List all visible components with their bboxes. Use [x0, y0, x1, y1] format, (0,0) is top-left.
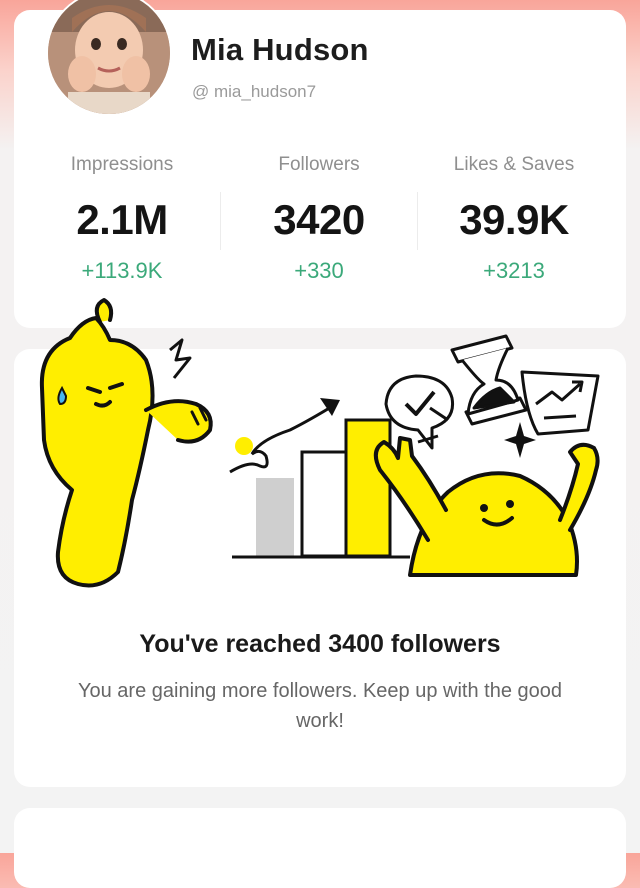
sparkle-icon [504, 422, 536, 458]
left-mascot [39, 298, 213, 588]
checkmark-bubble-icon [384, 374, 455, 450]
growth-chart-icon [229, 398, 410, 559]
hourglass-icon [450, 334, 528, 426]
milestone-subtitle: You are gaining more followers. Keep up … [77, 680, 563, 732]
right-mascot [373, 436, 600, 577]
chart-note-icon [520, 370, 600, 436]
next-card [14, 808, 626, 888]
milestone-illustration [39, 298, 600, 588]
lightning-icon [169, 338, 192, 379]
milestone-title: You've reached 3400 followers [139, 630, 501, 658]
